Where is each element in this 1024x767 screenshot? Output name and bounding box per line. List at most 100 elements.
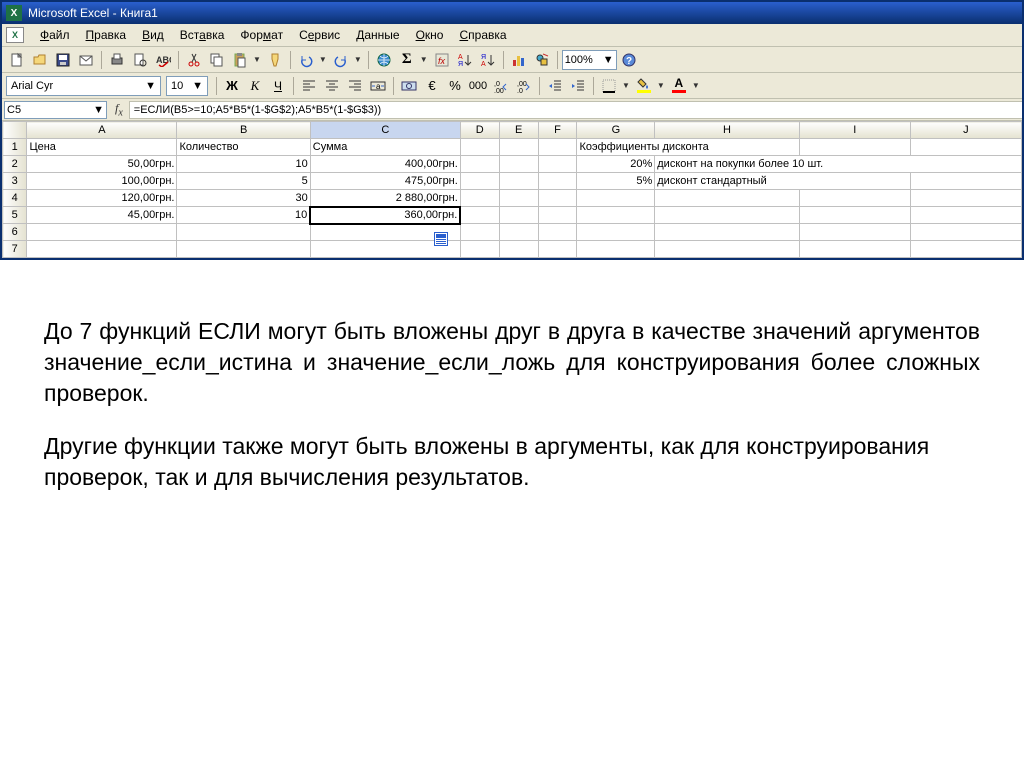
cell[interactable] (799, 139, 910, 156)
cut-button[interactable] (183, 49, 205, 71)
cell[interactable]: 400,00грн. (310, 156, 460, 173)
open-button[interactable] (29, 49, 51, 71)
print-button[interactable] (106, 49, 128, 71)
table-row[interactable]: 1 Цена Количество Сумма Коэффициенты дис… (3, 139, 1022, 156)
select-all-button[interactable] (3, 122, 27, 139)
col-header-g[interactable]: G (577, 122, 655, 139)
cell[interactable] (460, 156, 499, 173)
formula-input[interactable]: =ЕСЛИ(B5>=10;A5*B5*(1-$G$2);A5*B5*(1-$G$… (129, 101, 1022, 119)
cell[interactable] (499, 139, 538, 156)
cell[interactable] (910, 190, 1021, 207)
cell[interactable]: 120,00грн. (27, 190, 177, 207)
cell[interactable] (655, 190, 799, 207)
cell[interactable]: дисконт на покупки более 10 шт. (655, 156, 1022, 173)
italic-button[interactable]: К (244, 75, 266, 97)
merge-center-button[interactable]: a (367, 75, 389, 97)
cell[interactable] (177, 241, 310, 258)
table-row[interactable]: 4 120,00грн. 30 2 880,00грн. (3, 190, 1022, 207)
table-row[interactable]: 5 45,00грн. 10 360,00грн. (3, 207, 1022, 224)
autosum-button[interactable]: Σ▼ (396, 49, 430, 71)
comma-button[interactable]: 000 (467, 75, 489, 97)
menu-edit[interactable]: Правка (78, 26, 135, 44)
sort-desc-button[interactable]: ЯА (477, 49, 499, 71)
cell[interactable]: Количество (177, 139, 310, 156)
paste-function-button[interactable]: fx (431, 49, 453, 71)
cell[interactable]: 10 (177, 156, 310, 173)
cell[interactable] (910, 173, 1021, 190)
cell[interactable] (910, 207, 1021, 224)
table-row[interactable]: 3 100,00грн. 5 475,00грн. 5% дисконт ста… (3, 173, 1022, 190)
cell[interactable]: 5% (577, 173, 655, 190)
col-header-c[interactable]: C (310, 122, 460, 139)
chart-wizard-button[interactable] (508, 49, 530, 71)
cell[interactable] (460, 207, 499, 224)
paste-button[interactable]: ▼ (229, 49, 263, 71)
zoom-combo[interactable]: 100%▼ (562, 50, 617, 70)
align-left-button[interactable] (298, 75, 320, 97)
cell[interactable] (27, 224, 177, 241)
underline-button[interactable]: Ч (267, 75, 289, 97)
cell[interactable] (577, 224, 655, 241)
col-header-b[interactable]: B (177, 122, 310, 139)
table-row[interactable]: 7 (3, 241, 1022, 258)
cell[interactable] (460, 241, 499, 258)
table-row[interactable]: 2 50,00грн. 10 400,00грн. 20% дисконт на… (3, 156, 1022, 173)
cell[interactable]: Сумма (310, 139, 460, 156)
print-preview-button[interactable] (129, 49, 151, 71)
font-size-combo[interactable]: 10▼ (166, 76, 208, 96)
decrease-decimal-button[interactable]: ,00,0 (513, 75, 535, 97)
font-color-button[interactable]: A▼ (668, 75, 702, 97)
cell[interactable] (499, 207, 538, 224)
increase-decimal-button[interactable]: ,0,00 (490, 75, 512, 97)
cell[interactable] (910, 224, 1021, 241)
increase-indent-button[interactable] (567, 75, 589, 97)
col-header-e[interactable]: E (499, 122, 538, 139)
redo-button[interactable]: ▼ (330, 49, 364, 71)
cell[interactable] (799, 207, 910, 224)
cell[interactable] (460, 190, 499, 207)
percent-button[interactable]: % (444, 75, 466, 97)
cell[interactable] (177, 224, 310, 241)
col-header-d[interactable]: D (460, 122, 499, 139)
col-header-j[interactable]: J (910, 122, 1021, 139)
document-icon[interactable]: X (6, 27, 24, 43)
hyperlink-button[interactable] (373, 49, 395, 71)
cell[interactable] (538, 224, 577, 241)
cell[interactable]: 100,00грн. (27, 173, 177, 190)
cell[interactable]: 5 (177, 173, 310, 190)
spelling-button[interactable]: ABC (152, 49, 174, 71)
row-header[interactable]: 7 (3, 241, 27, 258)
row-header[interactable]: 4 (3, 190, 27, 207)
sort-asc-button[interactable]: АЯ (454, 49, 476, 71)
cell[interactable] (538, 207, 577, 224)
cell[interactable] (538, 173, 577, 190)
name-box[interactable]: C5▼ (4, 101, 107, 119)
cell[interactable] (655, 224, 799, 241)
row-header[interactable]: 2 (3, 156, 27, 173)
cell[interactable] (538, 156, 577, 173)
menu-data[interactable]: Данные (348, 26, 407, 44)
row-header[interactable]: 5 (3, 207, 27, 224)
cell[interactable]: 45,00грн. (27, 207, 177, 224)
save-button[interactable] (52, 49, 74, 71)
cell[interactable] (910, 139, 1021, 156)
cell[interactable] (910, 241, 1021, 258)
cell[interactable] (655, 207, 799, 224)
table-row[interactable]: 6 (3, 224, 1022, 241)
cell[interactable] (799, 224, 910, 241)
drawing-button[interactable] (531, 49, 553, 71)
decrease-indent-button[interactable] (544, 75, 566, 97)
cell[interactable] (577, 241, 655, 258)
cell[interactable] (538, 241, 577, 258)
undo-button[interactable]: ▼ (295, 49, 329, 71)
row-header[interactable]: 1 (3, 139, 27, 156)
cell[interactable]: Цена (27, 139, 177, 156)
cell[interactable]: Коэффициенты дисконта (577, 139, 799, 156)
col-header-h[interactable]: H (655, 122, 799, 139)
menu-format[interactable]: Формат (232, 26, 291, 44)
menu-insert[interactable]: Вставка (172, 26, 233, 44)
font-combo[interactable]: Arial Cyr▼ (6, 76, 161, 96)
cell[interactable] (27, 241, 177, 258)
cell[interactable] (499, 190, 538, 207)
row-header[interactable]: 3 (3, 173, 27, 190)
